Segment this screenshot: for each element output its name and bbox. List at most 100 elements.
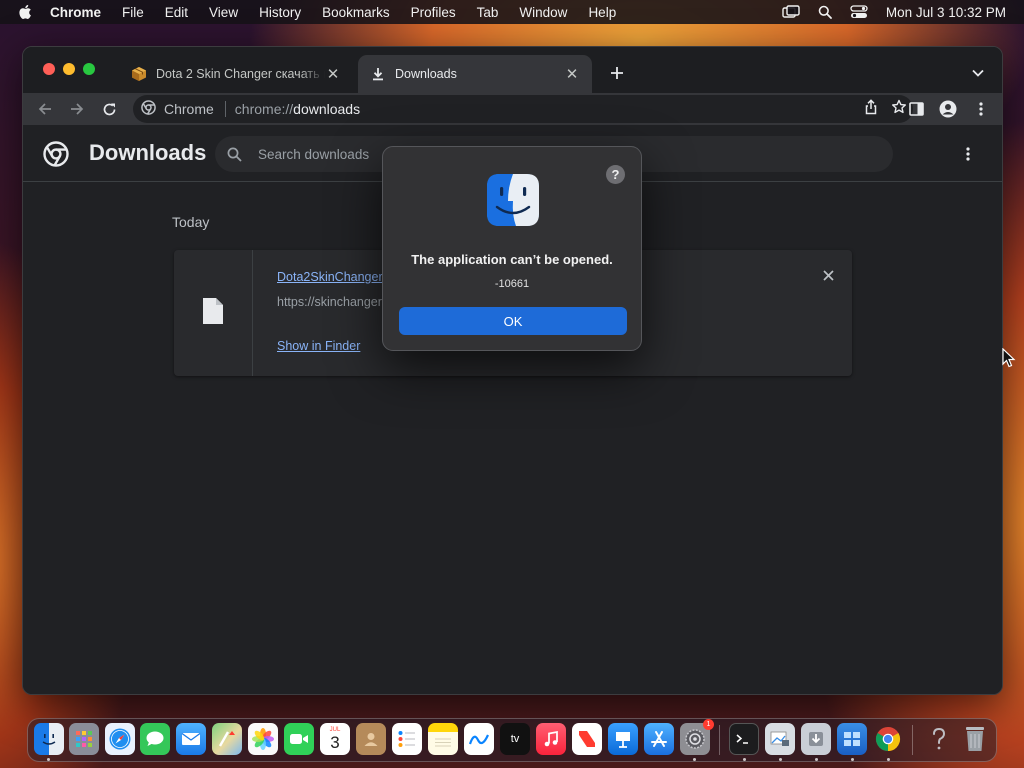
more-menu-icon[interactable] bbox=[971, 99, 991, 119]
dock-maps-icon[interactable] bbox=[212, 723, 242, 755]
search-placeholder: Search downloads bbox=[258, 146, 370, 162]
tv-label: tv bbox=[510, 733, 520, 745]
dock: JUL 3 tv 1 bbox=[27, 718, 997, 762]
dock-disk-utility-icon[interactable] bbox=[801, 723, 831, 755]
close-window-button[interactable] bbox=[43, 63, 55, 75]
dock-help-icon[interactable] bbox=[924, 723, 954, 755]
tab-title: Dota 2 Skin Changer скачать п bbox=[156, 67, 325, 81]
dialog-message: The application can’t be opened. bbox=[411, 252, 613, 267]
dock-launchpad-icon[interactable] bbox=[69, 723, 99, 755]
download-icon bbox=[370, 66, 386, 82]
reload-icon[interactable] bbox=[99, 99, 119, 119]
calendar-day: 3 bbox=[330, 733, 340, 752]
dock-calendar-icon[interactable]: JUL 3 bbox=[320, 723, 350, 755]
dock-tv-icon[interactable]: tv bbox=[500, 723, 530, 755]
menu-app-name[interactable]: Chrome bbox=[50, 5, 101, 20]
dock-contacts-icon[interactable] bbox=[356, 723, 386, 755]
menu-bar: Chrome File Edit View History Bookmarks … bbox=[0, 0, 1024, 24]
show-in-finder-link[interactable]: Show in Finder bbox=[277, 339, 360, 353]
bookmark-star-icon[interactable] bbox=[891, 99, 907, 118]
dock-running-indicator bbox=[851, 758, 854, 761]
forward-arrow-icon[interactable] bbox=[67, 99, 87, 119]
dock-messages-icon[interactable] bbox=[140, 723, 170, 755]
spotlight-search-icon[interactable] bbox=[818, 5, 832, 19]
zoom-window-button[interactable] bbox=[83, 63, 95, 75]
side-panel-icon[interactable] bbox=[906, 99, 926, 119]
window-controls bbox=[43, 63, 95, 75]
ok-button[interactable]: OK bbox=[399, 307, 627, 335]
dock-separator bbox=[912, 725, 913, 755]
dock-reminders-icon[interactable] bbox=[392, 723, 422, 755]
tab-dota-skin-changer[interactable]: Dota 2 Skin Changer скачать п ✕ bbox=[119, 55, 353, 93]
mouse-cursor-icon bbox=[1002, 347, 1016, 368]
dock-preview-icon[interactable] bbox=[765, 723, 795, 755]
dock-chrome-icon[interactable] bbox=[873, 723, 903, 755]
dock-terminal-icon[interactable] bbox=[729, 723, 759, 755]
menu-help[interactable]: Help bbox=[588, 5, 616, 20]
dock-keynote-icon[interactable] bbox=[608, 723, 638, 755]
dock-safari-icon[interactable] bbox=[105, 723, 135, 755]
control-center-icon[interactable] bbox=[850, 5, 868, 19]
url-path: downloads bbox=[293, 101, 361, 117]
page-title: Downloads bbox=[89, 140, 207, 165]
menu-edit[interactable]: Edit bbox=[165, 5, 188, 20]
menu-bookmarks[interactable]: Bookmarks bbox=[322, 5, 390, 20]
dock-separator bbox=[719, 725, 720, 755]
omnibox-divider bbox=[224, 101, 226, 117]
dock-running-indicator bbox=[815, 758, 818, 761]
more-actions-icon[interactable] bbox=[958, 144, 978, 164]
dock-facetime-icon[interactable] bbox=[284, 723, 314, 755]
notification-badge: 1 bbox=[703, 719, 714, 730]
dock-music-icon[interactable] bbox=[536, 723, 566, 755]
menu-view[interactable]: View bbox=[209, 5, 238, 20]
share-icon[interactable] bbox=[863, 99, 879, 118]
menu-history[interactable]: History bbox=[259, 5, 301, 20]
site-chip-label: Chrome bbox=[164, 101, 214, 117]
minimize-window-button[interactable] bbox=[63, 63, 75, 75]
screen-mirroring-icon[interactable] bbox=[782, 5, 800, 19]
menu-tab[interactable]: Tab bbox=[477, 5, 499, 20]
tab-title: Downloads bbox=[395, 67, 457, 81]
site-info-chip[interactable]: Chrome bbox=[141, 100, 214, 118]
dock-trash-icon[interactable] bbox=[960, 723, 990, 755]
package-icon bbox=[131, 66, 147, 82]
dock-app-store-icon[interactable] bbox=[644, 723, 674, 755]
dock-news-icon[interactable] bbox=[572, 723, 602, 755]
download-source-url[interactable]: https://skinchanger bbox=[277, 295, 382, 309]
address-bar[interactable]: Chrome chrome://downloads bbox=[133, 95, 913, 123]
close-tab-icon[interactable]: ✕ bbox=[325, 66, 341, 83]
url-scheme: chrome:// bbox=[234, 101, 294, 117]
dialog-error-code: -10661 bbox=[494, 278, 530, 290]
dock-running-indicator bbox=[693, 758, 696, 761]
menu-window[interactable]: Window bbox=[519, 5, 567, 20]
back-arrow-icon[interactable] bbox=[35, 99, 55, 119]
menu-clock[interactable]: Mon Jul 3 10:32 PM bbox=[886, 5, 1006, 20]
menu-file[interactable]: File bbox=[122, 5, 144, 20]
dock-mail-icon[interactable] bbox=[176, 723, 206, 755]
dock-system-settings-icon[interactable]: 1 bbox=[680, 719, 714, 755]
chevron-down-icon[interactable] bbox=[968, 63, 988, 83]
help-button[interactable]: ? bbox=[606, 165, 625, 184]
download-file-name-link[interactable]: Dota2SkinChanger bbox=[277, 270, 383, 284]
dock-notes-icon[interactable] bbox=[428, 723, 458, 755]
dock-finder-icon[interactable] bbox=[34, 723, 64, 755]
close-tab-icon[interactable]: ✕ bbox=[564, 66, 580, 83]
error-alert-dialog: ? The application can’t be opened. -1066… bbox=[382, 146, 642, 351]
finder-icon bbox=[486, 173, 540, 227]
chrome-window: Dota 2 Skin Changer скачать п ✕ Download… bbox=[22, 46, 1003, 695]
dock-freeform-icon[interactable] bbox=[464, 723, 494, 755]
dock-photos-icon[interactable] bbox=[248, 723, 278, 755]
apple-menu-icon[interactable] bbox=[18, 4, 34, 20]
tab-downloads[interactable]: Downloads ✕ bbox=[358, 55, 592, 93]
search-icon bbox=[227, 147, 242, 162]
tab-strip: Dota 2 Skin Changer скачать п ✕ Download… bbox=[23, 47, 1002, 93]
menu-profiles[interactable]: Profiles bbox=[411, 5, 456, 20]
browser-toolbar: Chrome chrome://downloads bbox=[23, 93, 1002, 125]
dock-mission-control-icon[interactable] bbox=[837, 723, 867, 755]
new-tab-icon[interactable] bbox=[607, 63, 627, 83]
chrome-logo-icon bbox=[141, 100, 156, 118]
profile-avatar-icon[interactable] bbox=[938, 99, 958, 119]
dock-running-indicator bbox=[47, 758, 50, 761]
remove-download-icon[interactable] bbox=[820, 267, 836, 283]
dock-running-indicator bbox=[779, 758, 782, 761]
